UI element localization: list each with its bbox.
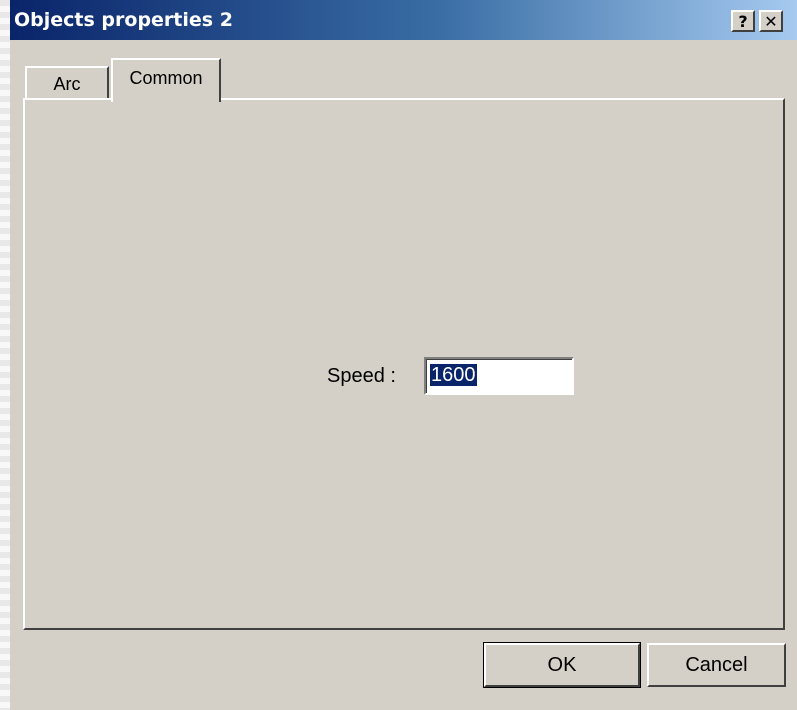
close-button[interactable]: ✕	[759, 10, 783, 32]
tab-label: Common	[129, 67, 203, 88]
cancel-button[interactable]: Cancel	[647, 643, 786, 687]
speed-input[interactable]: 1600	[424, 357, 574, 395]
ok-button[interactable]: OK	[483, 642, 641, 688]
help-icon: ?	[738, 11, 748, 31]
ok-button-label: OK	[547, 653, 577, 676]
title-bar[interactable]: Objects properties 2 ? ✕	[10, 0, 797, 40]
speed-label: Speed :	[327, 365, 396, 387]
cancel-button-label: Cancel	[685, 653, 748, 676]
close-icon: ✕	[764, 11, 778, 31]
help-button[interactable]: ?	[731, 10, 755, 32]
tab-common[interactable]: Common	[111, 58, 221, 102]
dialog-window: Objects properties 2 ? ✕ Arc Common Spee…	[10, 0, 797, 710]
tab-arc[interactable]: Arc	[25, 66, 109, 100]
speed-value: 1600	[430, 364, 477, 386]
window-title: Objects properties 2	[14, 9, 233, 31]
tab-label: Arc	[53, 73, 81, 94]
tab-panel-common: Speed : 1600	[23, 98, 785, 630]
